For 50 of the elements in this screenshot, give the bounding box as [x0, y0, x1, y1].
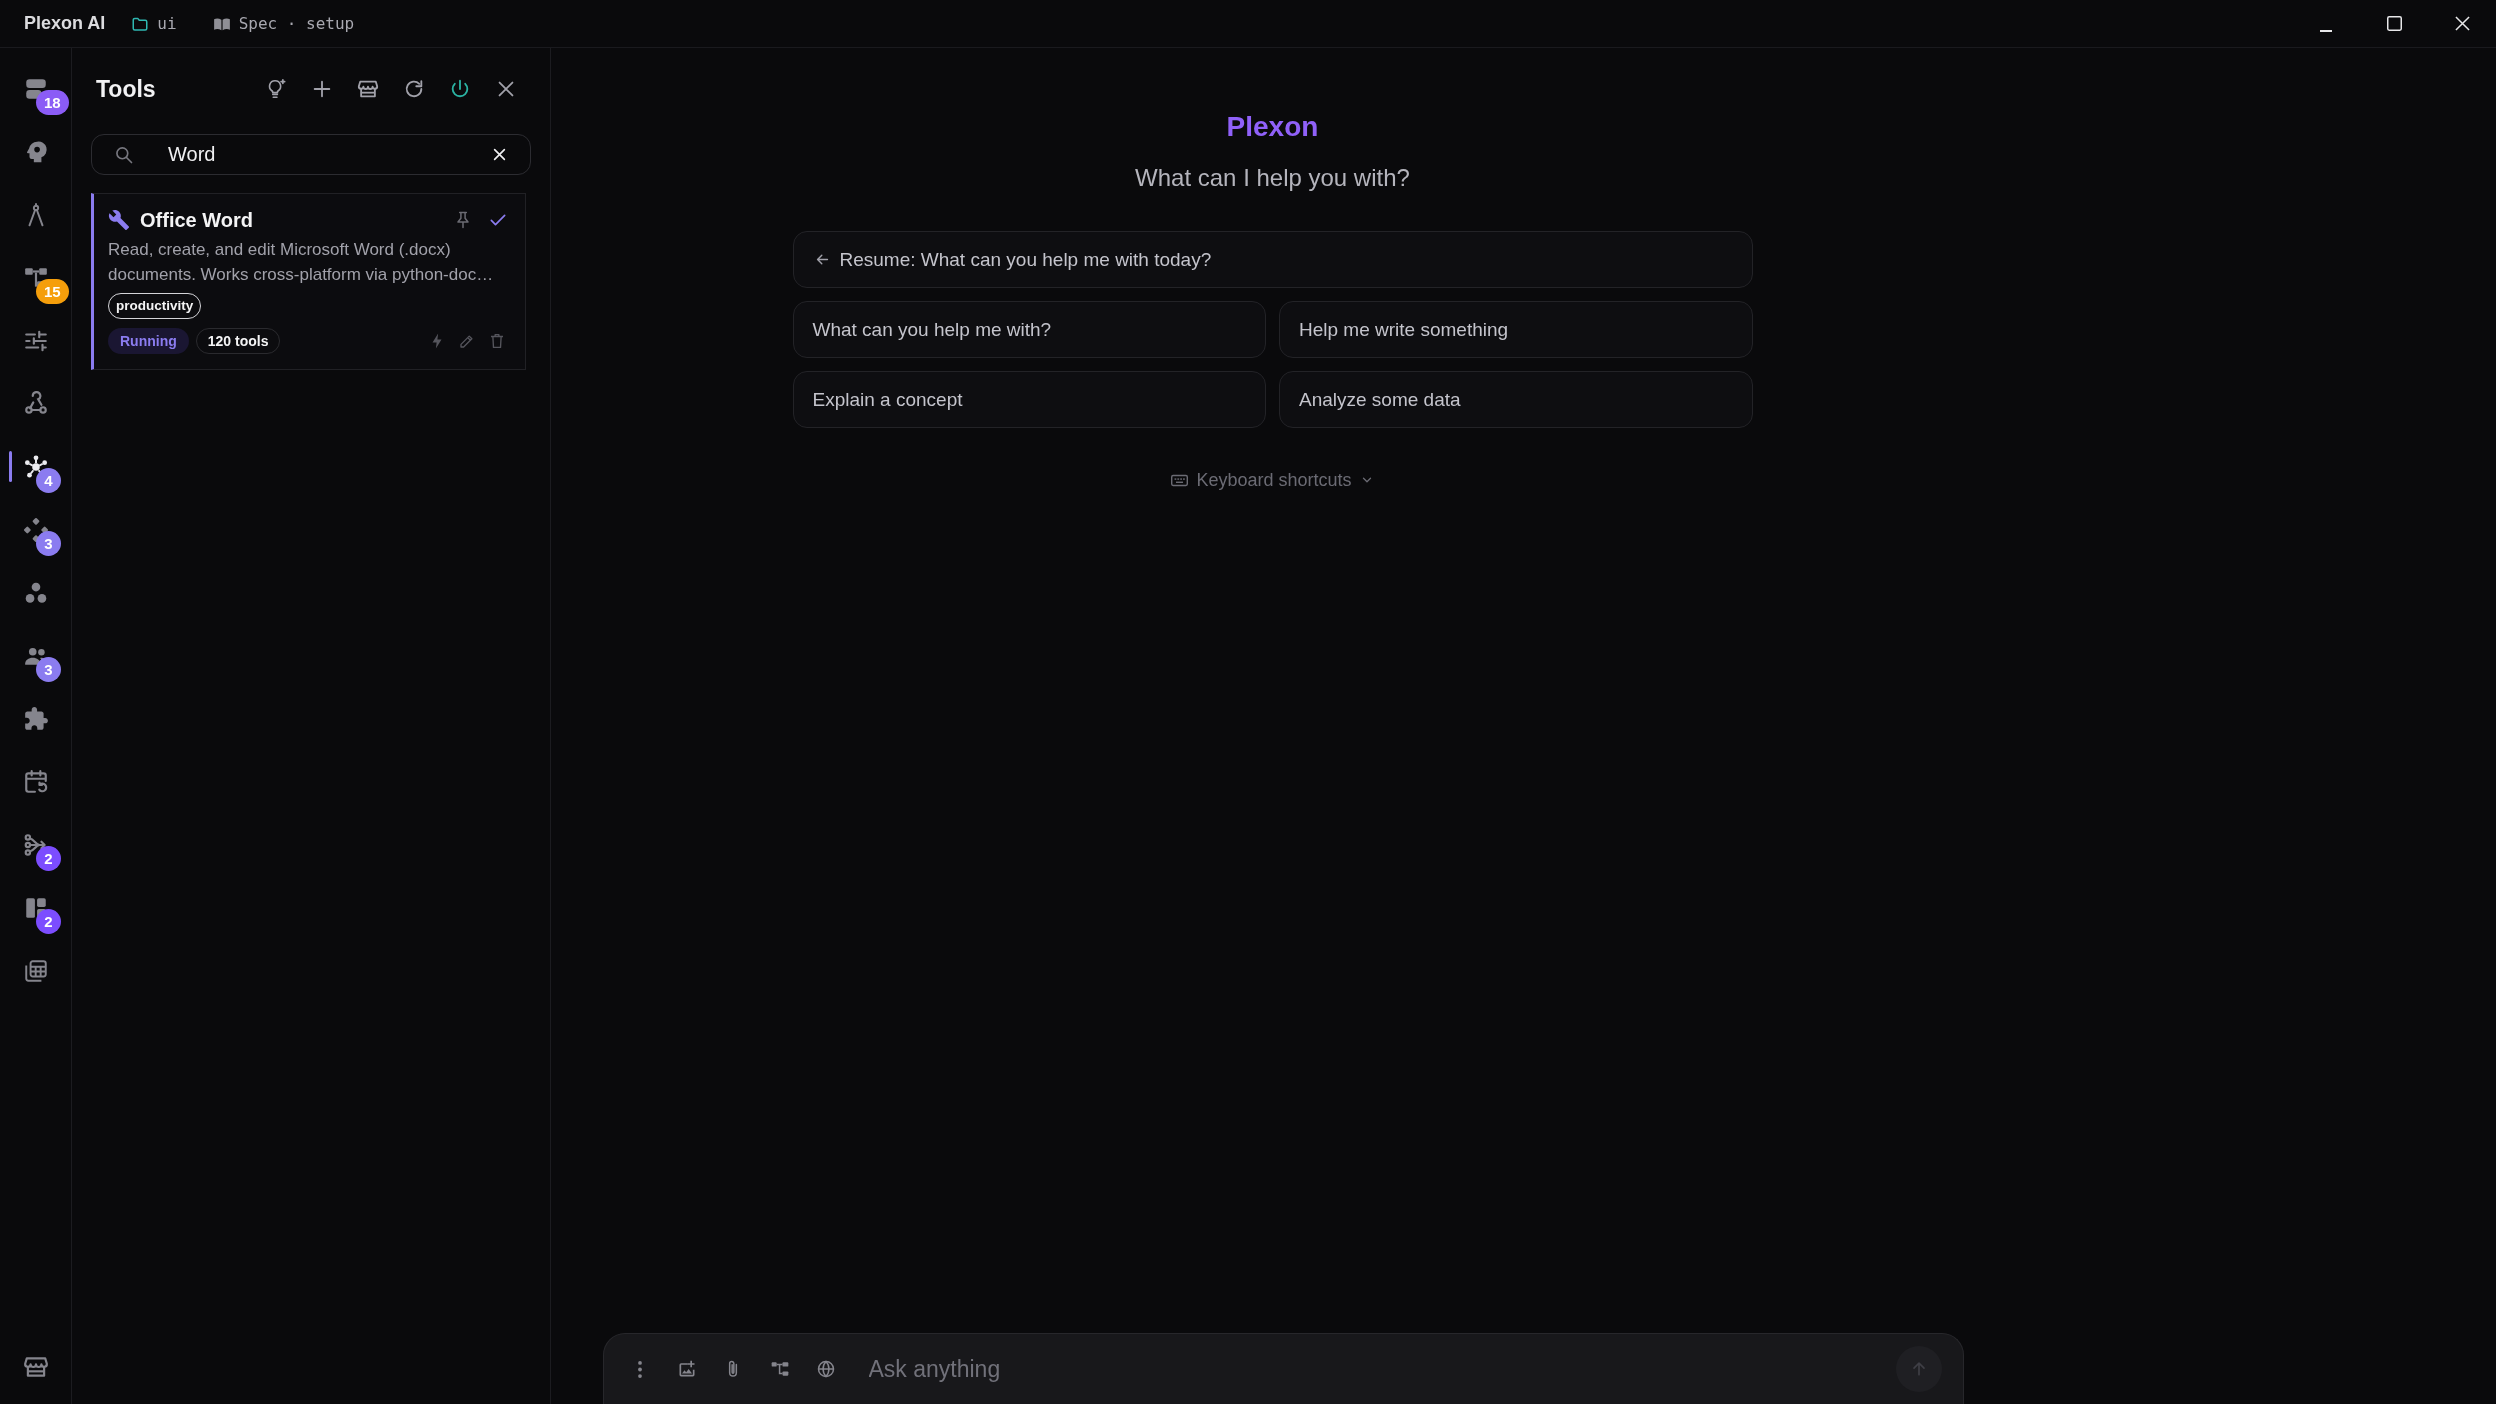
- minimize-icon: [2320, 30, 2332, 32]
- count-badge: 3: [36, 657, 61, 682]
- server-card[interactable]: Office Word Read, create, and edit Microsoft Word (.docx) documents. Works cross-platform via python-doc… productivity Running 120 tools: [91, 193, 526, 370]
- search-field[interactable]: Word: [91, 134, 531, 175]
- server-description: Read, create, and edit Microsoft Word (.docx) documents. Works cross-platform via python-doc…: [108, 239, 495, 286]
- power-icon: [449, 78, 471, 100]
- sidebar-button[interactable]: 18: [0, 57, 71, 120]
- sidebar-button[interactable]: 2: [0, 876, 71, 939]
- flowchart-icon: [769, 1359, 790, 1379]
- search-input[interactable]: Word: [168, 143, 488, 166]
- welcome-prompt: What can I help you with?: [1135, 163, 1410, 193]
- keyboard-icon: [1171, 473, 1189, 487]
- spreadsheet-icon: [22, 957, 49, 984]
- count-badge: 18: [36, 90, 69, 115]
- status-badge: Running: [108, 328, 189, 354]
- sidebar-button[interactable]: 2: [0, 813, 71, 876]
- dots-icon: [638, 1360, 642, 1378]
- close-icon: [492, 148, 506, 161]
- active-indicator: [9, 451, 12, 482]
- message-input[interactable]: Ask anything: [868, 1355, 1896, 1383]
- shortcuts-toggle[interactable]: Keyboard shortcuts: [1171, 468, 1374, 492]
- count-badge: 4: [36, 468, 61, 493]
- count-badge: 15: [36, 279, 69, 304]
- breadcrumb-button[interactable]: ui: [131, 14, 177, 33]
- count-badge: 2: [36, 846, 61, 871]
- app-name: Plexon AI: [24, 13, 106, 34]
- suggestion-button[interactable]: Analyze some data: [1279, 371, 1753, 428]
- message-composer[interactable]: Ask anything: [603, 1333, 1964, 1404]
- breadcrumb-button[interactable]: Spec · setup: [212, 14, 355, 33]
- plus-icon: [311, 78, 333, 100]
- refresh-icon: [403, 78, 425, 100]
- trash-icon: [488, 332, 506, 350]
- store-icon: [357, 78, 379, 100]
- close-icon: [2454, 16, 2470, 31]
- calendar-icon: [22, 768, 49, 795]
- count-badge: 2: [36, 909, 61, 934]
- suggestion-button[interactable]: Help me write something: [1279, 301, 1753, 358]
- globe-icon: [816, 1359, 836, 1379]
- wrench-icon: [108, 209, 130, 231]
- resume-button[interactable]: Resume: What can you help me with today?: [792, 231, 1753, 288]
- puzzle-icon: [22, 705, 49, 732]
- brand-title: Plexon: [1226, 111, 1319, 143]
- maximize-icon: [2386, 16, 2402, 31]
- server-name: Office Word: [140, 208, 253, 232]
- suggestion-button[interactable]: Explain a concept: [792, 371, 1266, 428]
- count-badge: 3: [36, 531, 61, 556]
- suggestion-button[interactable]: What can you help me with?: [792, 301, 1266, 358]
- search-icon: [114, 144, 134, 165]
- panel-title: Tools: [96, 75, 156, 103]
- webhook-icon: [22, 390, 49, 417]
